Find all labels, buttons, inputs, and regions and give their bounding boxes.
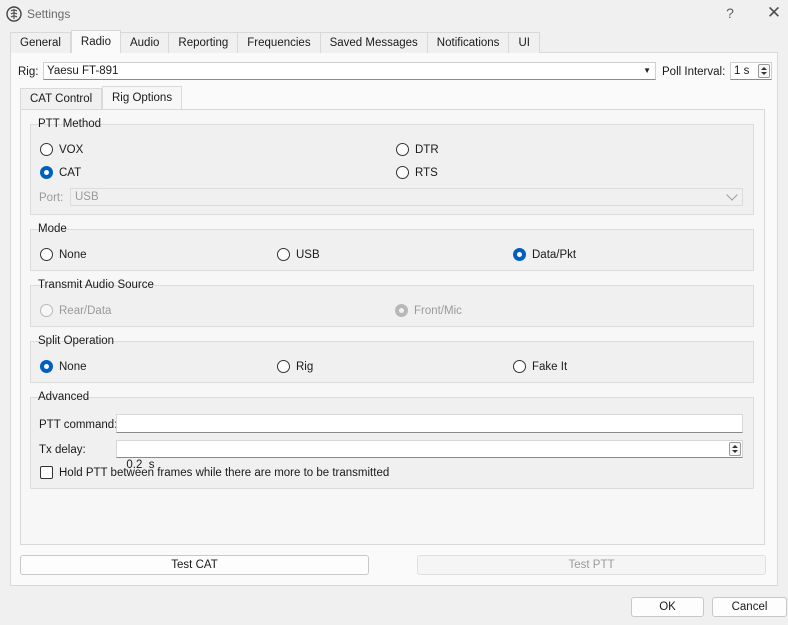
radio-unchecked-icon	[277, 248, 290, 261]
split-operation-title: Split Operation	[38, 335, 115, 347]
ptt-vox-radio[interactable]: VOX	[40, 143, 83, 156]
split-rig-label: Rig	[296, 360, 314, 373]
cancel-button[interactable]: Cancel	[712, 597, 787, 617]
test-cat-button[interactable]: Test CAT	[20, 555, 369, 575]
tx-delay-spinbox[interactable]: 0.2 s	[116, 440, 743, 471]
ptt-command-label: PTT command:	[39, 419, 118, 431]
radio-checked-icon	[40, 360, 53, 373]
rig-select-value: Yaesu FT-891	[47, 65, 119, 77]
ptt-dtr-radio[interactable]: DTR	[396, 143, 439, 156]
mode-datapkt-label: Data/Pkt	[532, 248, 577, 261]
split-fake-it-label: Fake It	[532, 360, 568, 373]
audio-source-group	[30, 285, 754, 327]
settings-tab-bar: General Radio Audio Reporting Frequencie…	[10, 30, 540, 53]
tab-ui[interactable]: UI	[509, 32, 540, 53]
split-operation-group	[30, 341, 754, 383]
radio-unchecked-icon	[277, 360, 290, 373]
tab-audio[interactable]: Audio	[120, 32, 170, 53]
ptt-cat-label: CAT	[59, 166, 82, 179]
audio-source-title: Transmit Audio Source	[38, 279, 154, 291]
close-icon[interactable]: ✕	[763, 3, 785, 23]
rig-label: Rig:	[18, 66, 39, 78]
radio-checked-icon	[395, 304, 408, 317]
audio-rear-data-label: Rear/Data	[59, 304, 112, 317]
audio-rear-data-radio[interactable]: Rear/Data	[40, 304, 111, 317]
ptt-rts-radio[interactable]: RTS	[396, 166, 438, 179]
radio-unchecked-icon	[40, 248, 53, 261]
mode-usb-radio[interactable]: USB	[277, 248, 320, 261]
mode-group	[30, 229, 754, 271]
tx-delay-label: Tx delay:	[39, 444, 86, 456]
port-select-value: USB	[75, 191, 99, 203]
poll-interval-spinbox[interactable]: 1 s	[730, 62, 772, 80]
rig-select[interactable]: Yaesu FT-891 ▼	[43, 62, 656, 80]
tab-reporting[interactable]: Reporting	[169, 32, 239, 53]
hold-ptt-checkbox[interactable]: Hold PTT between frames while there are …	[40, 466, 389, 479]
dropdown-arrow-icon: ▼	[643, 66, 651, 75]
ptt-command-input[interactable]	[116, 414, 743, 433]
poll-interval-label: Poll Interval:	[662, 66, 726, 78]
split-none-label: None	[59, 360, 87, 373]
checkbox-unchecked-icon	[40, 466, 53, 479]
title-bar	[0, 0, 788, 28]
window-title: Settings	[27, 7, 71, 21]
mode-none-label: None	[59, 248, 87, 261]
subtab-rig-options[interactable]: Rig Options	[102, 86, 183, 109]
ptt-rts-label: RTS	[415, 166, 438, 179]
mode-datapkt-radio[interactable]: Data/Pkt	[513, 248, 576, 261]
spin-arrows-icon[interactable]	[729, 442, 741, 456]
mode-usb-label: USB	[296, 248, 320, 261]
radio-unchecked-icon	[513, 360, 526, 373]
ptt-dtr-label: DTR	[415, 143, 439, 156]
audio-front-mic-label: Front/Mic	[414, 304, 462, 317]
subtab-cat-control[interactable]: CAT Control	[20, 88, 103, 109]
tab-frequencies[interactable]: Frequencies	[238, 32, 321, 53]
test-ptt-button[interactable]: Test PTT	[417, 555, 766, 575]
radio-unchecked-icon	[40, 143, 53, 156]
tab-general[interactable]: General	[10, 32, 71, 53]
app-icon	[6, 6, 22, 22]
port-label: Port:	[39, 192, 64, 204]
tab-notifications[interactable]: Notifications	[427, 32, 510, 53]
radio-checked-icon	[513, 248, 526, 261]
port-select[interactable]: USB	[70, 188, 743, 206]
tab-radio[interactable]: Radio	[70, 30, 121, 53]
advanced-title: Advanced	[38, 391, 90, 403]
radio-unchecked-icon	[396, 143, 409, 156]
mode-none-radio[interactable]: None	[40, 248, 87, 261]
ptt-method-title: PTT Method	[38, 118, 102, 130]
poll-interval-value: 1 s	[734, 65, 750, 77]
hold-ptt-label: Hold PTT between frames while there are …	[59, 466, 390, 479]
split-rig-radio[interactable]: Rig	[277, 360, 313, 373]
help-icon[interactable]: ?	[719, 3, 741, 23]
split-none-radio[interactable]: None	[40, 360, 87, 373]
radio-unchecked-icon	[40, 304, 53, 317]
audio-front-mic-radio[interactable]: Front/Mic	[395, 304, 462, 317]
ptt-vox-label: VOX	[59, 143, 84, 156]
radio-checked-icon	[40, 166, 53, 179]
mode-title: Mode	[38, 223, 67, 235]
ptt-cat-radio[interactable]: CAT	[40, 166, 81, 179]
split-fake-it-radio[interactable]: Fake It	[513, 360, 567, 373]
spin-arrows-icon[interactable]	[758, 64, 770, 78]
tab-saved-messages[interactable]: Saved Messages	[320, 32, 428, 53]
radio-unchecked-icon	[396, 166, 409, 179]
chevron-down-icon	[726, 189, 738, 201]
ok-button[interactable]: OK	[631, 597, 704, 617]
